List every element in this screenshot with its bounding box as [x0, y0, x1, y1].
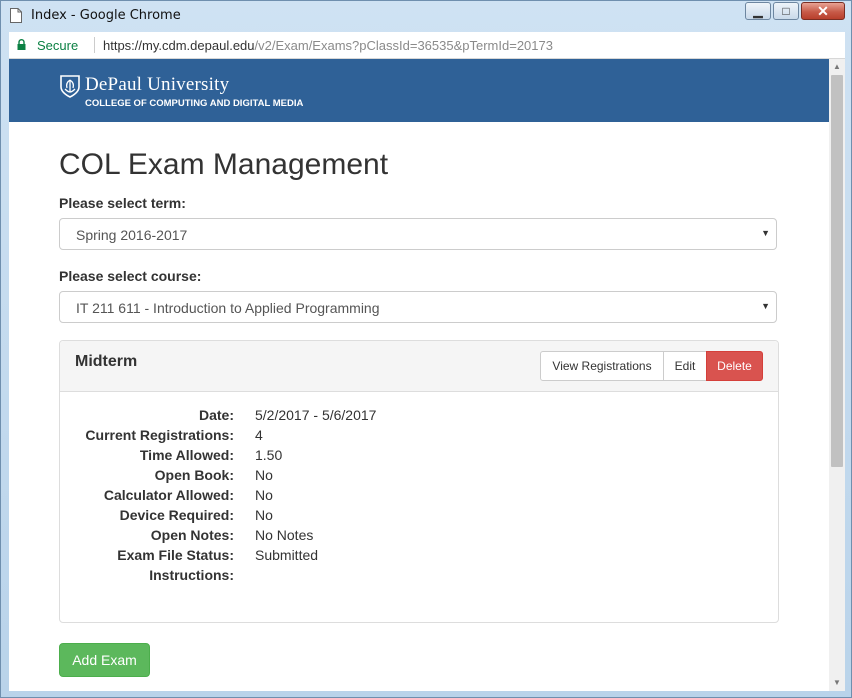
detail-value: 5/2/2017 - 5/6/2017 — [255, 407, 377, 423]
detail-value: No — [255, 507, 273, 523]
term-label: Please select term: — [59, 195, 186, 211]
close-icon: ✕ — [817, 2, 829, 19]
detail-row: Open Book: No — [60, 467, 778, 487]
detail-key: Instructions: — [149, 567, 234, 583]
maximize-button[interactable]: □ — [773, 2, 799, 20]
url-text[interactable]: https://my.cdm.depaul.edu/v2/Exam/Exams?… — [103, 38, 553, 53]
course-label: Please select course: — [59, 268, 202, 284]
detail-key: Exam File Status: — [117, 547, 234, 563]
detail-key: Date: — [198, 407, 234, 423]
header-banner: DePaul University COLLEGE OF COMPUTING A… — [9, 59, 829, 122]
page-icon — [10, 8, 22, 23]
url-host: https://my.cdm.depaul.edu — [103, 38, 255, 53]
close-button[interactable]: ✕ — [801, 2, 845, 20]
delete-button[interactable]: Delete — [706, 351, 763, 381]
detail-row: Open Notes: No Notes — [60, 527, 778, 547]
term-select[interactable]: Spring 2016-2017 ▼ — [59, 218, 777, 250]
detail-key: Open Book: — [154, 467, 234, 483]
page-title: COL Exam Management — [59, 148, 389, 181]
vertical-scrollbar[interactable]: ▲ ▼ — [829, 59, 845, 691]
exam-title: Midterm — [75, 353, 138, 370]
detail-value: No Notes — [255, 527, 314, 543]
view-registrations-button[interactable]: View Registrations — [540, 351, 664, 381]
detail-row: Time Allowed: 1.50 — [60, 447, 778, 467]
address-separator — [94, 37, 95, 53]
course-select[interactable]: IT 211 611 - Introduction to Applied Pro… — [59, 291, 777, 323]
detail-row: Date: 5/2/2017 - 5/6/2017 — [60, 407, 778, 427]
detail-key: Time Allowed: — [139, 447, 234, 463]
exam-panel-header: Midterm View Registrations Edit Delete — [60, 341, 778, 392]
detail-key: Open Notes: — [150, 527, 234, 543]
detail-row: Calculator Allowed: No — [60, 487, 778, 507]
university-name: DePaul University — [85, 74, 230, 95]
secure-label: Secure — [37, 38, 79, 53]
detail-key: Calculator Allowed: — [103, 487, 234, 503]
window-controls: ▁ □ ✕ — [743, 2, 845, 20]
title-bar[interactable]: Index - Google Chrome ▁ □ ✕ — [1, 1, 851, 31]
term-select-value: Spring 2016-2017 — [76, 227, 188, 243]
address-bar[interactable]: Secure https://my.cdm.depaul.edu/v2/Exam… — [9, 32, 845, 59]
detail-row: Exam File Status: Submitted — [60, 547, 778, 567]
detail-row: Device Required: No — [60, 507, 778, 527]
college-name: COLLEGE OF COMPUTING AND DIGITAL MEDIA — [85, 98, 304, 109]
dropdown-caret-icon: ▼ — [761, 301, 770, 311]
detail-value: Submitted — [255, 547, 319, 563]
minimize-button[interactable]: ▁ — [745, 2, 771, 20]
browser-window: Index - Google Chrome ▁ □ ✕ Secure https… — [0, 0, 852, 698]
scrollbar-thumb[interactable] — [831, 75, 843, 467]
course-select-value: IT 211 611 - Introduction to Applied Pro… — [76, 300, 380, 316]
dropdown-caret-icon: ▼ — [761, 228, 770, 238]
detail-value: No — [255, 487, 273, 503]
window-title: Index - Google Chrome — [31, 8, 181, 23]
detail-value: No — [255, 467, 273, 483]
scroll-up-arrow-icon[interactable]: ▲ — [829, 59, 845, 75]
maximize-icon: □ — [782, 4, 790, 18]
exam-actions: View Registrations Edit Delete — [540, 351, 763, 381]
edit-button[interactable]: Edit — [663, 351, 707, 381]
url-path: /v2/Exam/Exams?pClassId=36535&pTermId=20… — [254, 38, 553, 53]
detail-key: Current Registrations: — [85, 427, 234, 443]
page-viewport: DePaul University COLLEGE OF COMPUTING A… — [9, 59, 829, 691]
detail-value: 1.50 — [255, 447, 283, 463]
add-exam-button[interactable]: Add Exam — [59, 643, 150, 677]
detail-value: 4 — [255, 427, 263, 443]
detail-key: Device Required: — [119, 507, 234, 523]
detail-row: Instructions: — [60, 567, 778, 587]
minimize-icon: ▁ — [753, 4, 763, 18]
detail-row: Current Registrations: 4 — [60, 427, 778, 447]
depaul-logo-icon — [60, 75, 80, 98]
lock-icon — [17, 39, 26, 50]
scroll-down-arrow-icon[interactable]: ▼ — [829, 675, 845, 691]
exam-panel: Midterm View Registrations Edit Delete D… — [59, 340, 779, 623]
